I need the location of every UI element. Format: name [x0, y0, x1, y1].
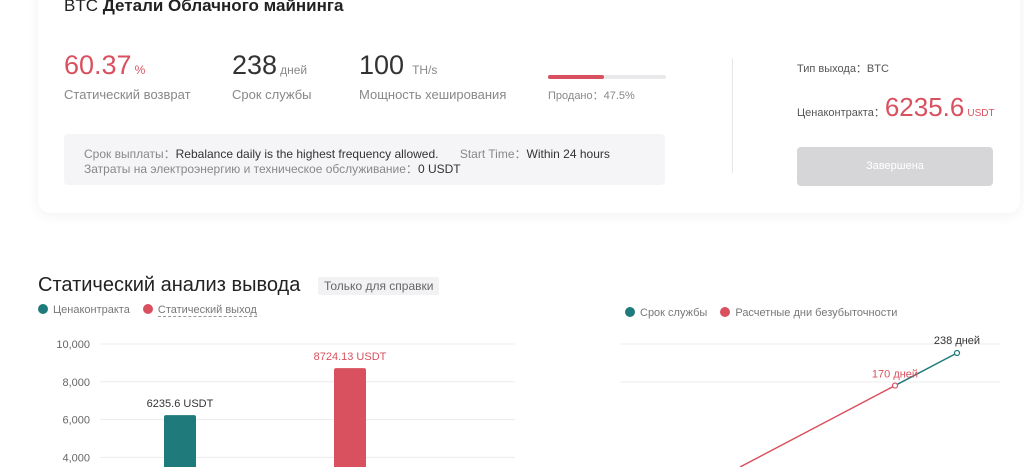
- y-tick-label: 4,000: [62, 452, 90, 464]
- section-title: Статический анализ вывода: [38, 274, 301, 296]
- sold-label: Продано：47.5%: [548, 90, 635, 102]
- bar[interactable]: [164, 415, 196, 467]
- costs-line: Затраты на электроэнергию и техническое …: [64, 160, 461, 177]
- legend-term-label: Срок службы: [640, 307, 708, 319]
- y-tick-label: 6,000: [62, 415, 90, 427]
- term-label: Срок службы: [232, 87, 312, 102]
- sold-progress-bar: [548, 75, 666, 79]
- return-stat: 60.37%: [64, 50, 145, 80]
- hash-stat: 100 TH/s: [359, 50, 437, 80]
- teal-dot-icon: [625, 307, 635, 317]
- term-unit: дней: [280, 63, 308, 77]
- term-point[interactable]: [953, 349, 961, 357]
- bar-chart: 10,000 8,000 6,000 4,000 6235.6 USDT 8724.13…: [56, 339, 515, 467]
- payout-value: Rebalance daily is the highest frequency…: [175, 147, 439, 161]
- bar-value-label: 8724.13 USDT: [314, 351, 387, 363]
- title-text: Детали Облачного майнинга: [102, 0, 344, 15]
- price-label: Ценаконтракта：: [797, 107, 885, 119]
- red-dot-icon: [142, 304, 153, 314]
- legend-item-breakeven[interactable]: Расчетные дни безубыточности: [720, 307, 897, 319]
- y-tick-label: 8,000: [62, 377, 90, 389]
- teal-dot-icon: [38, 304, 48, 314]
- legend-price-label: Ценаконтракта: [53, 304, 130, 316]
- sold-progress-fill: [548, 75, 605, 79]
- hash-value: 100: [359, 50, 405, 80]
- page-title: BTC Детали Облачного майнинга: [64, 0, 343, 16]
- breakeven-point[interactable]: [891, 382, 899, 389]
- return-unit: %: [134, 63, 146, 77]
- reference-tag: Только для справки: [318, 277, 440, 295]
- completed-button[interactable]: Завершена: [797, 147, 993, 186]
- return-value: 60.37: [64, 50, 132, 80]
- bar-value-label: 6235.6 USDT: [147, 398, 214, 410]
- title-coin: BTC: [64, 0, 98, 15]
- hash-label: Мощность хеширования: [359, 87, 507, 102]
- costs-label: Затраты на электроэнергию и техническое …: [84, 162, 418, 176]
- line-legend: Срок службы Расчетные дни безубыточности: [625, 307, 897, 319]
- contract-price: Ценаконтракта：6235.6 USDT: [797, 92, 995, 123]
- legend-breakeven-label: Расчетные дни безубыточности: [735, 307, 898, 319]
- bar[interactable]: [334, 368, 366, 467]
- breakeven-point-label: 170 дней: [872, 369, 918, 381]
- legend-item-term[interactable]: Срок службы: [625, 307, 707, 319]
- legend-output-label: Статический выход: [157, 304, 257, 317]
- term-value: 238: [232, 50, 278, 80]
- legend-item-price[interactable]: Ценаконтракта: [38, 304, 130, 316]
- return-label: Статический возврат: [64, 87, 191, 102]
- output-type: Тип выхода：BTC: [797, 63, 889, 75]
- price-value: 6235.6: [884, 92, 965, 122]
- start-value: Within 24 hours: [526, 147, 610, 161]
- price-unit: USDT: [967, 108, 995, 119]
- term-stat: 238 дней: [232, 50, 307, 80]
- start-label: Start Time：: [459, 147, 527, 161]
- breakeven-series-line: [739, 384, 896, 467]
- red-dot-icon: [720, 307, 731, 317]
- hash-unit: TH/s: [412, 63, 438, 77]
- costs-value: 0 USDT: [417, 162, 461, 176]
- payout-label: Срок выплаты：: [84, 147, 176, 161]
- legend-item-output[interactable]: Статический выход: [142, 304, 257, 317]
- divider: [732, 58, 733, 173]
- bar-legend: Ценаконтракта Статический выход: [38, 304, 257, 317]
- term-point-label: 238 дней: [934, 335, 980, 347]
- line-chart: 238 дней 170 дней: [620, 335, 1000, 467]
- y-tick-label: 10,000: [56, 339, 90, 351]
